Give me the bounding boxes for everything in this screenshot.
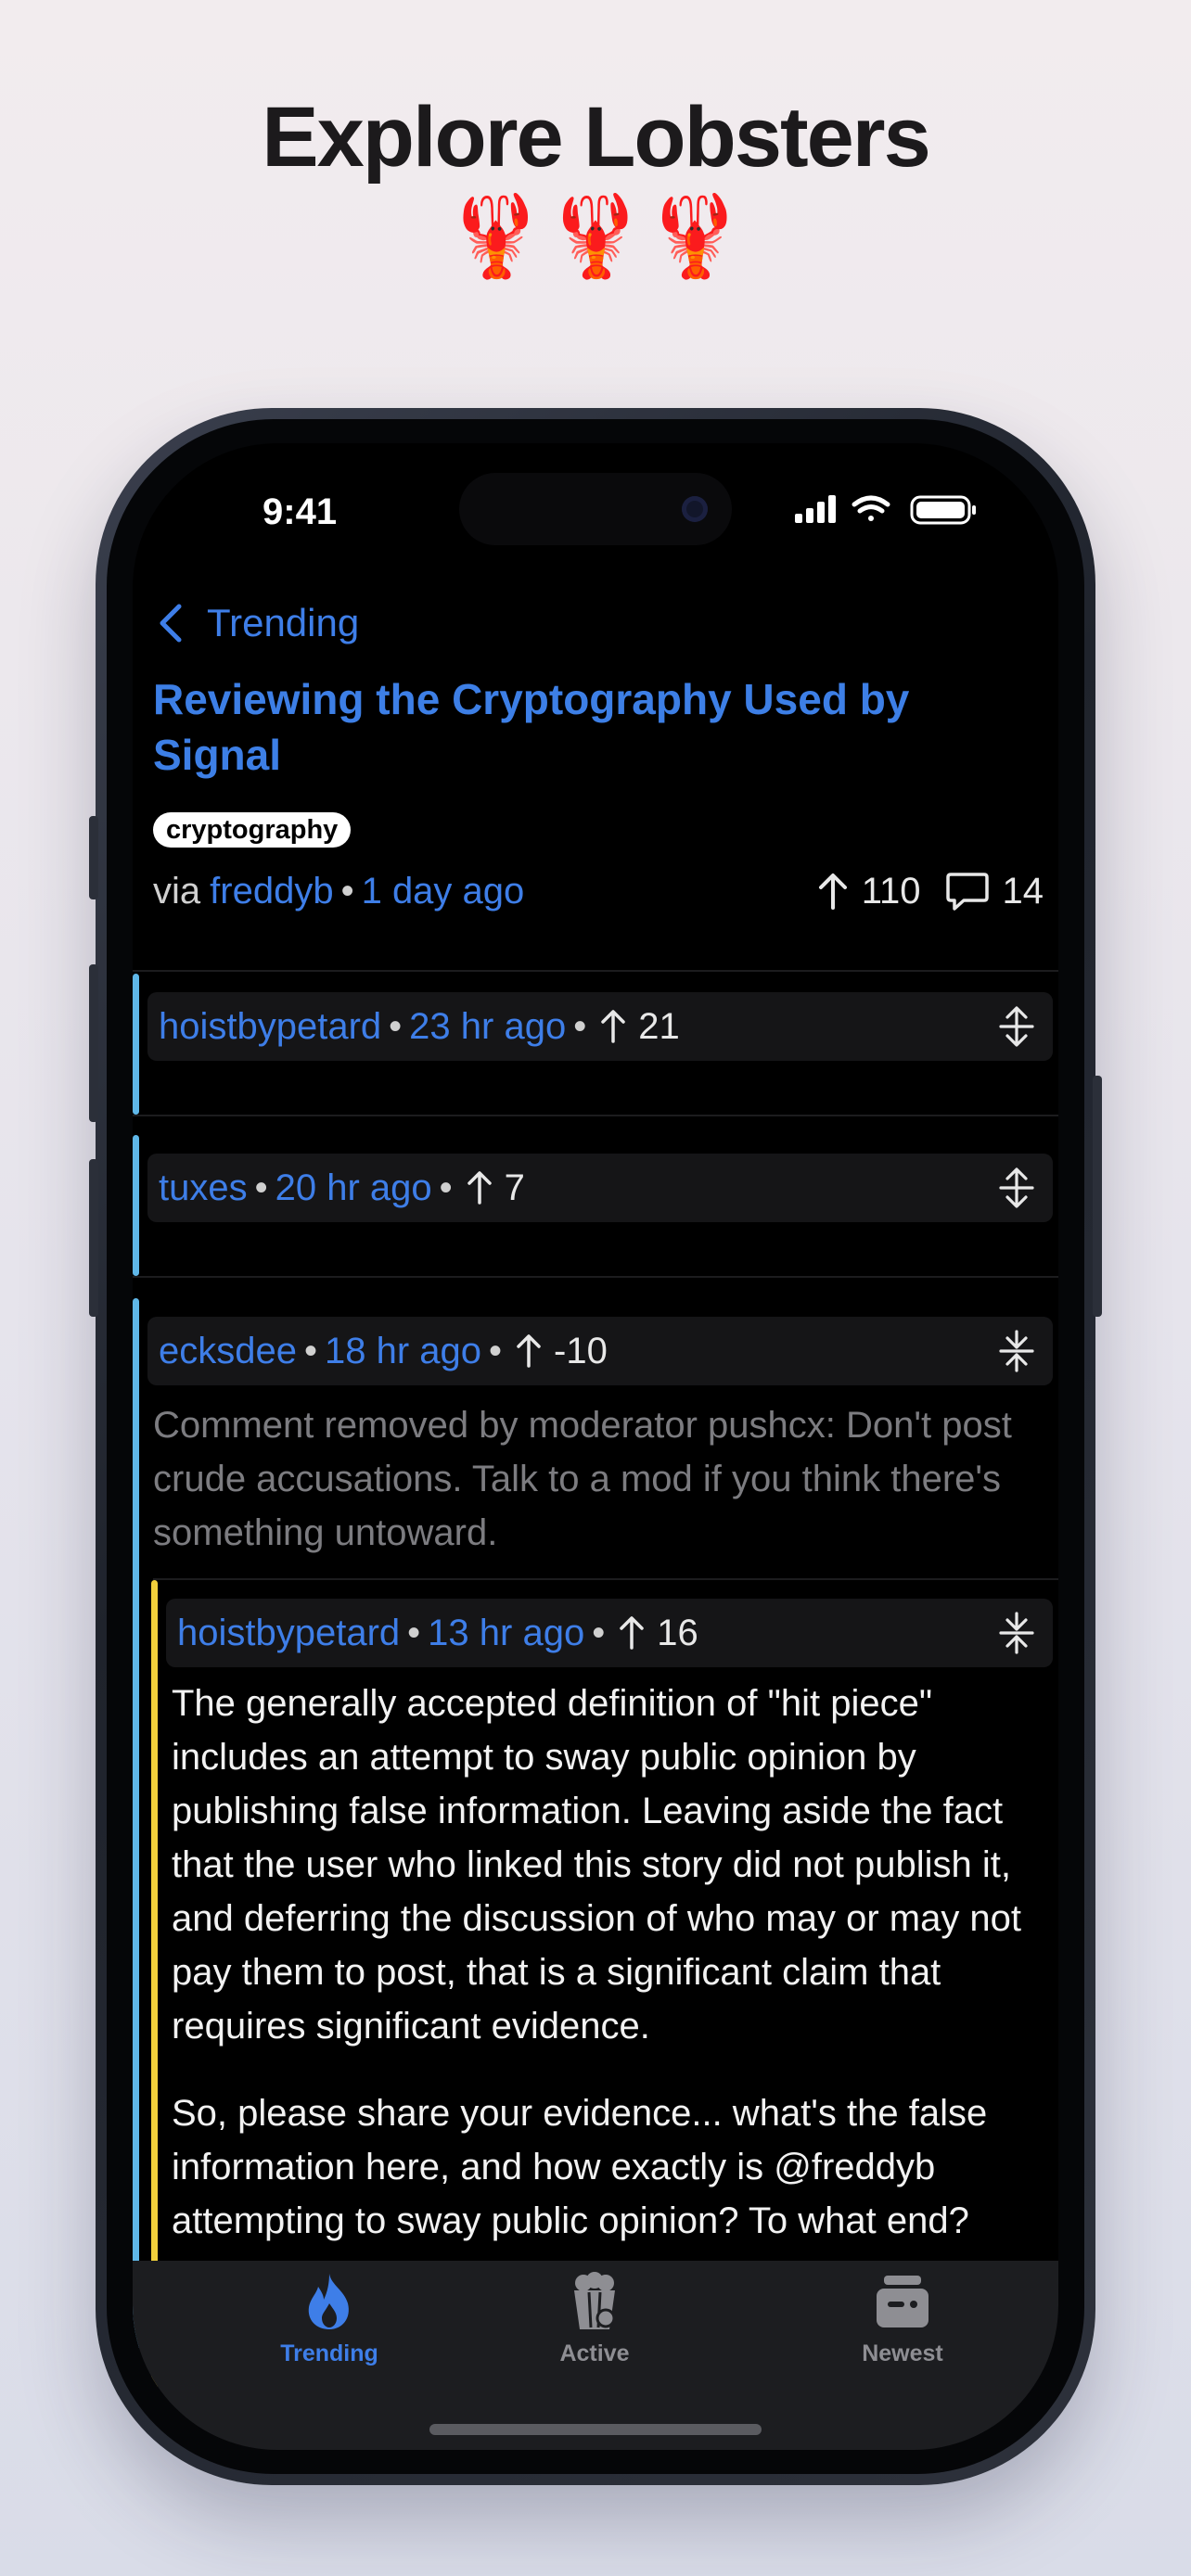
comment-author[interactable]: ecksdee [159, 1331, 297, 1372]
divider [133, 1276, 1058, 1278]
wifi-icon [852, 495, 890, 521]
separator-dot: • [573, 1005, 587, 1047]
comment-header[interactable]: hoistbypetard • 13 hr ago • 16 [166, 1599, 1053, 1667]
home-indicator [429, 2424, 762, 2435]
comment-header[interactable]: tuxes • 20 hr ago • 7 [147, 1154, 1053, 1222]
collapse-icon[interactable] [993, 1328, 1040, 1374]
promo-title: Explore Lobsters [262, 90, 931, 185]
comment-header[interactable]: ecksdee • 18 hr ago • -10 [147, 1317, 1053, 1385]
status-icons [795, 495, 976, 525]
tab-trending[interactable]: Trending [237, 2272, 422, 2367]
tray-icon [877, 2276, 928, 2327]
separator-dot: • [489, 1330, 503, 1371]
comment-age[interactable]: 18 hr ago [325, 1331, 481, 1372]
camera-icon [682, 496, 708, 522]
comment-age[interactable]: 23 hr ago [409, 1006, 566, 1048]
story-comment-count: 14 [1002, 870, 1044, 912]
comment-score: 7 [504, 1167, 525, 1208]
via-label: via [153, 870, 201, 912]
comment-bubble-icon [945, 873, 989, 911]
divider [133, 1115, 1058, 1116]
popcorn-icon [574, 2272, 616, 2329]
comment-age[interactable]: 13 hr ago [428, 1613, 584, 1654]
comment-body-paragraph: The generally accepted definition of "hi… [172, 1683, 1022, 2047]
removed-comment-text: Comment removed by moderator pushcx: Don… [153, 1405, 1012, 1553]
separator-dot: • [254, 1167, 268, 1208]
separator-dot: • [439, 1167, 453, 1208]
back-label: Trending [207, 601, 360, 644]
tab-active[interactable]: Active [502, 2272, 687, 2367]
volume-down-button [89, 1159, 98, 1317]
upvote-icon[interactable] [599, 1008, 627, 1045]
tab-newest[interactable]: Newest [810, 2272, 995, 2367]
dynamic-island [459, 473, 732, 545]
comment-body-paragraph: So, please share your evidence... what's… [172, 2093, 988, 2241]
comment-header[interactable]: hoistbypetard • 23 hr ago • 21 [147, 992, 1053, 1061]
upvote-icon[interactable] [466, 1169, 493, 1206]
story-author[interactable]: freddyb [210, 871, 333, 912]
upvote-icon[interactable] [515, 1333, 543, 1370]
story-stats: 110 14 [817, 868, 1044, 914]
tab-label: Active [559, 2340, 630, 2366]
tab-label: Trending [280, 2340, 378, 2366]
status-time: 9:41 [263, 491, 338, 532]
divider [133, 970, 1058, 972]
cellular-signal-icon [795, 495, 836, 523]
expand-icon[interactable] [993, 1165, 1040, 1211]
app-screen: 9:41 Trending Reviewing the Cryptography… [133, 443, 1058, 2450]
story-tag[interactable]: cryptography [153, 812, 352, 848]
story-score: 110 [861, 870, 921, 912]
story-title[interactable]: Reviewing the Cryptography Used by Signa… [153, 671, 951, 783]
separator-dot: • [340, 870, 354, 912]
back-button[interactable]: Trending [155, 595, 359, 651]
comment-author[interactable]: hoistbypetard [159, 1006, 381, 1048]
separator-dot: • [407, 1612, 421, 1653]
comment-score: 16 [657, 1612, 698, 1653]
chevron-left-icon [160, 604, 182, 643]
tab-label: Newest [862, 2340, 943, 2366]
lobster-emoji-row: 🦞🦞🦞 [446, 190, 745, 283]
battery-icon [910, 495, 976, 525]
flame-icon [308, 2274, 349, 2329]
volume-up-button [89, 964, 98, 1122]
tab-bar: Trending Active Newest [133, 2261, 1058, 2450]
story-byline: via freddyb • 1 day ago [153, 868, 524, 914]
collapse-icon[interactable] [993, 1610, 1040, 1656]
comment-score: -10 [554, 1330, 608, 1371]
upvote-icon[interactable] [817, 871, 849, 912]
divider [153, 1578, 1058, 1580]
power-button [1093, 1076, 1102, 1317]
action-button [89, 816, 98, 899]
separator-dot: • [303, 1330, 317, 1371]
story-age[interactable]: 1 day ago [362, 871, 525, 912]
comment-age[interactable]: 20 hr ago [275, 1167, 432, 1209]
upvote-icon[interactable] [618, 1614, 646, 1651]
comment-author[interactable]: tuxes [159, 1167, 248, 1209]
comment-score: 21 [638, 1005, 680, 1047]
thread-depth-bar [133, 974, 139, 1115]
thread-depth-bar [133, 1135, 139, 1276]
expand-icon[interactable] [993, 1003, 1040, 1050]
separator-dot: • [389, 1005, 403, 1047]
comment-author[interactable]: hoistbypetard [177, 1613, 400, 1654]
separator-dot: • [592, 1612, 606, 1653]
